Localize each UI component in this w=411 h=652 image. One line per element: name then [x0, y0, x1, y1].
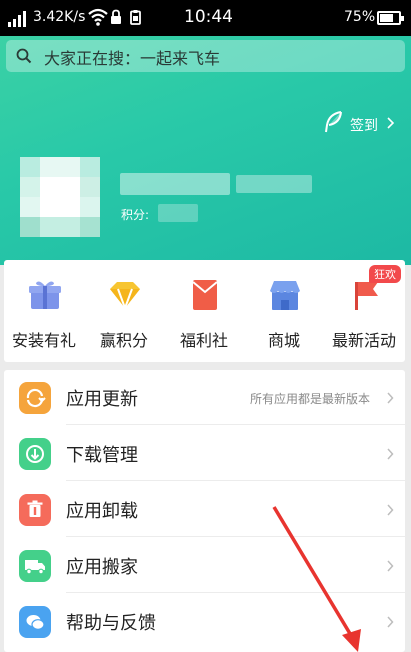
username-redacted [120, 173, 230, 195]
wifi-icon [88, 8, 108, 26]
signal-icon [8, 11, 28, 27]
diamond-icon [110, 282, 140, 311]
chevron-right-icon [387, 117, 395, 129]
status-bar: 3.42K/s 10:44 75% [0, 0, 411, 36]
avatar[interactable] [20, 157, 100, 237]
chevron-right-icon [387, 448, 394, 460]
menu-item-label: 应用卸载 [66, 501, 138, 522]
red-envelope-icon [192, 280, 218, 310]
search-suggestion: 大家正在搜：一起来飞车 [44, 49, 221, 68]
quick-action-label: 商城 [267, 331, 300, 350]
chevron-right-icon [387, 504, 394, 516]
chevron-right-icon [387, 560, 394, 572]
divider [66, 480, 405, 481]
gift-icon [29, 281, 61, 309]
points-label: 积分: [121, 208, 150, 222]
flag-icon [355, 282, 378, 310]
search-icon [16, 48, 32, 64]
points-redacted [158, 204, 198, 222]
menu-item-app-update[interactable]: 应用更新 所有应用都是最新版本 [4, 370, 405, 425]
clock: 10:44 [184, 7, 233, 27]
refresh-icon [19, 382, 51, 414]
truck-icon [19, 550, 51, 582]
quick-action-label: 福利社 [179, 331, 228, 350]
feather-icon [325, 111, 342, 133]
lock-icon [111, 9, 121, 24]
search-bar[interactable]: 大家正在搜：一起来飞车 [6, 40, 405, 72]
chevron-right-icon [387, 392, 394, 404]
download-icon [19, 438, 51, 470]
trash-icon [19, 494, 51, 526]
chevron-right-icon [387, 616, 394, 628]
menu-item-label: 下载管理 [66, 445, 138, 466]
battery-percent: 75% [344, 9, 376, 25]
checkin-label: 签到 [350, 118, 378, 134]
quick-action-label: 赢积分 [99, 331, 148, 350]
quick-action-label: 最新活动 [331, 331, 396, 350]
menu-item-label: 应用搬家 [66, 557, 138, 578]
annotation-arrow [272, 506, 361, 652]
username-redacted-2 [236, 175, 312, 193]
divider [66, 424, 405, 425]
quick-actions-card: 安装有礼 赢积分 福利社 商城 最新活动 狂欢 [4, 260, 405, 362]
menu-item-label: 帮助与反馈 [66, 613, 156, 634]
chat-icon [19, 606, 51, 638]
clipboard-icon [130, 10, 141, 25]
quick-action-store[interactable]: 商城 [244, 260, 324, 362]
battery-icon [377, 11, 404, 25]
menu-item-label: 应用更新 [66, 389, 138, 410]
quick-action-install-gift[interactable]: 安装有礼 [4, 260, 84, 362]
hot-badge: 狂欢 [369, 265, 401, 283]
store-icon [270, 281, 300, 310]
quick-action-welfare[interactable]: 福利社 [164, 260, 244, 362]
network-speed: 3.42K/s [33, 9, 86, 25]
update-status: 所有应用都是最新版本 [250, 392, 371, 406]
menu-item-download-manager[interactable]: 下载管理 [4, 426, 405, 481]
quick-action-label: 安装有礼 [11, 331, 76, 350]
quick-action-earn-points[interactable]: 赢积分 [84, 260, 164, 362]
